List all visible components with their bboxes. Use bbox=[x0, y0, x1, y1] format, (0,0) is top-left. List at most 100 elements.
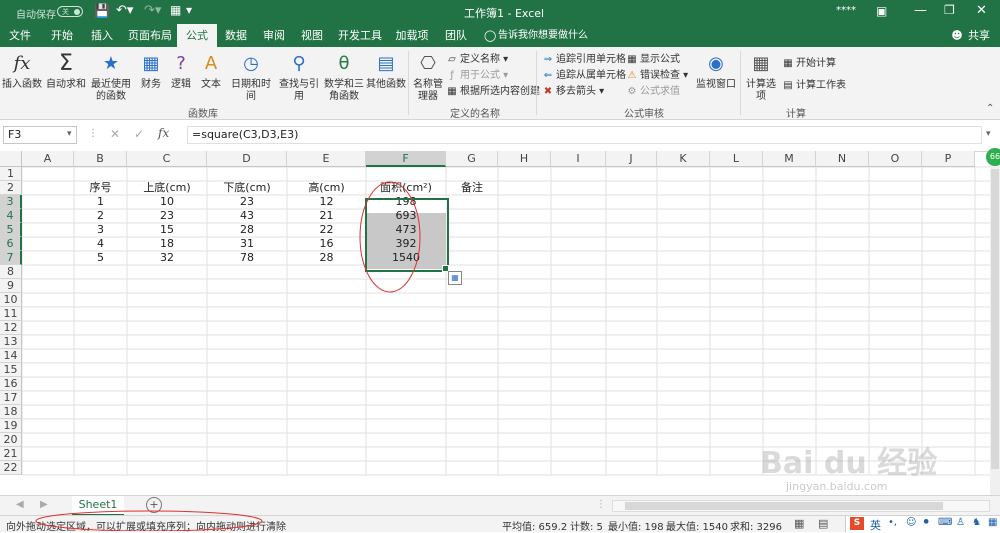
calculate-now-button[interactable]: ▦ 开始计算 bbox=[782, 57, 836, 71]
share-icon[interactable]: ☻ bbox=[950, 24, 964, 47]
undo-icon[interactable]: ↶▾ bbox=[116, 3, 133, 18]
cancel-icon[interactable]: ✕ bbox=[110, 127, 120, 141]
clothes-icon[interactable]: ♞ bbox=[972, 517, 981, 528]
row-header-22[interactable]: 22 bbox=[0, 461, 22, 475]
column-header-g[interactable]: G bbox=[446, 151, 498, 167]
error-checking-button[interactable]: ⚠ 错误检查 ▾ bbox=[626, 69, 689, 83]
column-header-m[interactable]: M bbox=[763, 151, 816, 167]
row-header-11[interactable]: 11 bbox=[0, 307, 22, 321]
name-manager-button[interactable]: ⎔ 名称管理器 bbox=[412, 51, 444, 103]
share-button[interactable]: 共享 bbox=[964, 24, 994, 47]
enter-icon[interactable]: ✓ bbox=[134, 127, 144, 141]
row-header-5[interactable]: 5 bbox=[0, 223, 22, 237]
emoji-icon[interactable]: ☺ bbox=[906, 517, 916, 528]
ime-toolbar[interactable]: S 英 •, ☺ ⚫ ⌨ ♙ ♞ ▦ bbox=[845, 516, 1000, 532]
tab-split-icon[interactable]: ⋮ bbox=[596, 499, 606, 510]
row-header-18[interactable]: 18 bbox=[0, 405, 22, 419]
financial-button[interactable]: ▦ 财务 bbox=[138, 51, 164, 91]
insert-function-button[interactable]: fx 插入函数 bbox=[2, 51, 42, 91]
column-header-e[interactable]: E bbox=[287, 151, 366, 167]
column-header-j[interactable]: J bbox=[606, 151, 657, 167]
user-icon[interactable]: ♙ bbox=[956, 517, 965, 528]
microphone-icon[interactable]: ⚫ bbox=[922, 517, 930, 528]
h-scroll-thumb[interactable] bbox=[625, 502, 943, 510]
normal-view-icon[interactable]: ▦ bbox=[794, 517, 804, 530]
fx-icon[interactable]: fx bbox=[158, 126, 169, 140]
show-formulas-button[interactable]: ▦ 显示公式 bbox=[626, 53, 680, 67]
tab-page-layout[interactable]: 页面布局 bbox=[126, 24, 174, 47]
restore-icon[interactable]: ❐ bbox=[944, 3, 955, 17]
cell-c4[interactable]: 23 bbox=[127, 209, 207, 223]
tab-insert[interactable]: 插入 bbox=[84, 24, 120, 47]
tab-formulas[interactable]: 公式 bbox=[177, 24, 217, 47]
quick-analysis-icon[interactable]: ▦ bbox=[448, 271, 462, 285]
cell-b6[interactable]: 4 bbox=[74, 237, 127, 251]
page-layout-view-icon[interactable]: ▤ bbox=[818, 517, 828, 530]
cell-d6[interactable]: 31 bbox=[207, 237, 287, 251]
lookup-button[interactable]: ⚲ 查找与引用 bbox=[276, 51, 322, 103]
trace-dependents-button[interactable]: ⇐ 追踪从属单元格 bbox=[542, 69, 626, 83]
column-header-c[interactable]: C bbox=[127, 151, 207, 167]
sogou-icon[interactable]: S bbox=[850, 517, 864, 530]
row-header-15[interactable]: 15 bbox=[0, 363, 22, 377]
column-header-h[interactable]: H bbox=[498, 151, 551, 167]
punctuation-icon[interactable]: •, bbox=[888, 517, 897, 528]
math-button[interactable]: θ 数学和三角函数 bbox=[324, 51, 364, 103]
tab-view[interactable]: 视图 bbox=[296, 24, 328, 47]
cell-c5[interactable]: 15 bbox=[127, 223, 207, 237]
column-header-d[interactable]: D bbox=[207, 151, 287, 167]
row-header-10[interactable]: 10 bbox=[0, 293, 22, 307]
cell-d5[interactable]: 28 bbox=[207, 223, 287, 237]
user-name[interactable]: **** bbox=[836, 5, 856, 16]
tab-home[interactable]: 开始 bbox=[44, 24, 80, 47]
row-header-16[interactable]: 16 bbox=[0, 377, 22, 391]
cell-d7[interactable]: 78 bbox=[207, 251, 287, 265]
row-header-20[interactable]: 20 bbox=[0, 433, 22, 447]
recent-functions-button[interactable]: ★ 最近使用的函数 bbox=[88, 51, 134, 103]
quick-access-icon[interactable]: ▦ bbox=[170, 3, 181, 17]
tab-review[interactable]: 审阅 bbox=[258, 24, 290, 47]
column-header-b[interactable]: B bbox=[74, 151, 127, 167]
chevron-down-icon[interactable]: ▾ bbox=[67, 129, 72, 139]
remove-arrows-button[interactable]: ✖ 移去箭头 ▾ bbox=[542, 85, 604, 99]
autosave-toggle[interactable]: 关 bbox=[57, 6, 83, 17]
scroll-thumb[interactable] bbox=[991, 169, 999, 469]
tab-developer[interactable]: 开发工具 bbox=[336, 24, 384, 47]
row-header-21[interactable]: 21 bbox=[0, 447, 22, 461]
tab-file[interactable]: 文件 bbox=[4, 24, 36, 47]
tab-team[interactable]: 团队 bbox=[440, 24, 472, 47]
column-header-n[interactable]: N bbox=[816, 151, 869, 167]
row-header-12[interactable]: 12 bbox=[0, 321, 22, 335]
header-cell-b[interactable]: 序号 bbox=[74, 181, 127, 195]
cell-b3[interactable]: 1 bbox=[74, 195, 127, 209]
text-button[interactable]: A 文本 bbox=[198, 51, 224, 91]
grid-menu-icon[interactable]: ▦ bbox=[988, 517, 997, 528]
evaluate-formula-button[interactable]: ⚙ 公式求值 bbox=[626, 85, 680, 99]
customize-qat-icon[interactable]: ▾ bbox=[186, 3, 192, 17]
keyboard-icon[interactable]: ⌨ bbox=[938, 517, 952, 528]
scroll-left-icon[interactable]: ◀ bbox=[16, 499, 24, 510]
column-header-f[interactable]: F bbox=[366, 151, 446, 167]
collapse-ribbon-icon[interactable]: ⌃ bbox=[986, 103, 994, 114]
row-header-9[interactable]: 9 bbox=[0, 279, 22, 293]
cell-b7[interactable]: 5 bbox=[74, 251, 127, 265]
column-header-a[interactable]: A bbox=[22, 151, 74, 167]
row-header-14[interactable]: 14 bbox=[0, 349, 22, 363]
row-header-2[interactable]: 2 bbox=[0, 181, 22, 195]
calculate-sheet-button[interactable]: ▤ 计算工作表 bbox=[782, 79, 846, 93]
tab-addins[interactable]: 加载项 bbox=[392, 24, 432, 47]
use-in-formula-button[interactable]: ƒ 用于公式 ▾ bbox=[446, 69, 508, 83]
close-icon[interactable]: ✕ bbox=[976, 3, 987, 18]
cell-b5[interactable]: 3 bbox=[74, 223, 127, 237]
save-icon[interactable]: 💾 bbox=[94, 4, 110, 19]
autosum-button[interactable]: Σ 自动求和 bbox=[46, 51, 86, 91]
row-header-6[interactable]: 6 bbox=[0, 237, 22, 251]
header-cell-c[interactable]: 上底(cm) bbox=[127, 181, 207, 195]
define-name-button[interactable]: ▱ 定义名称 ▾ bbox=[446, 53, 508, 67]
floating-badge[interactable]: 66 bbox=[986, 148, 1000, 166]
row-header-1[interactable]: 1 bbox=[0, 167, 22, 181]
minimize-icon[interactable]: — bbox=[914, 3, 927, 18]
formula-input[interactable]: =square(C3,D3,E3) bbox=[187, 126, 982, 144]
horizontal-scrollbar[interactable] bbox=[612, 500, 990, 512]
cell-d3[interactable]: 23 bbox=[207, 195, 287, 209]
